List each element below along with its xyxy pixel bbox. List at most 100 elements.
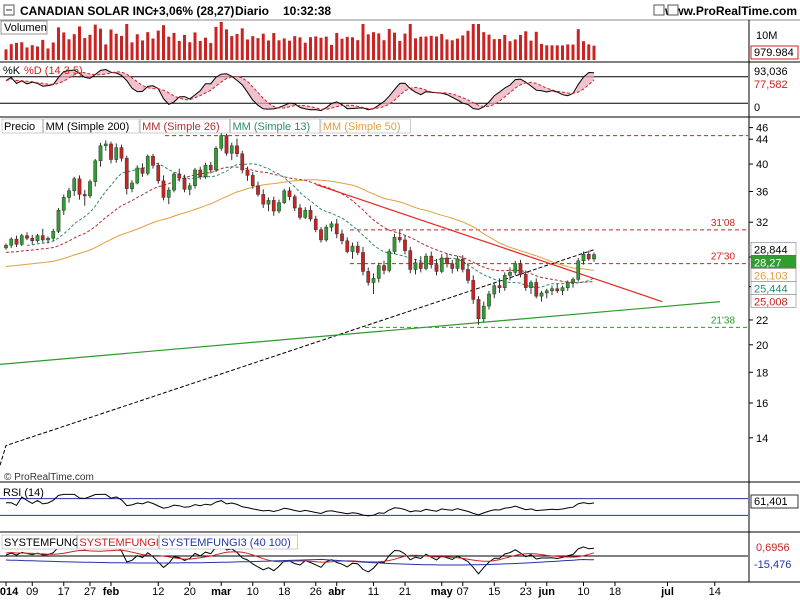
volume-bar [361, 24, 365, 60]
volume-bar [251, 36, 255, 60]
candle-body [193, 169, 197, 187]
sys-value-1: 0,6956 [756, 542, 790, 554]
candle-body [4, 244, 8, 249]
volume-bar [440, 34, 444, 60]
volume-bar [9, 44, 13, 60]
instrument-title: CANADIAN SOLAR INC. [20, 4, 157, 18]
candle-body [355, 245, 360, 253]
volume-bar [277, 40, 281, 60]
volume-bar [340, 38, 344, 60]
y-tick-label: 36 [756, 187, 768, 199]
x-tick-label: 14 [709, 586, 721, 598]
candle-body [308, 210, 313, 220]
volume-bar [235, 33, 239, 60]
candle-body [198, 169, 203, 177]
volume-bar [51, 42, 55, 60]
close-icon[interactable] [667, 4, 679, 16]
volume-bar [198, 41, 202, 60]
volume-bar [172, 32, 176, 60]
volume-bar [4, 49, 8, 60]
volume-bar [450, 40, 454, 60]
chart-canvas: 31'0827'3021'38 2014091727feb1220mar1018… [0, 0, 800, 600]
volume-bar [204, 37, 207, 60]
volume-bar [125, 24, 129, 60]
x-tick-label: 27 [84, 586, 96, 598]
candle-body [529, 282, 533, 288]
level-label: 21'38 [711, 315, 736, 326]
volume-bar [576, 29, 580, 60]
volume-bar [193, 32, 197, 60]
candle-body [30, 237, 35, 242]
volume-bar [225, 29, 228, 60]
candle-body [98, 145, 103, 162]
volume-scale-label: 10M [756, 30, 777, 42]
candle-body [466, 269, 470, 281]
level-label: 27'30 [711, 252, 736, 263]
volume-bar [534, 31, 538, 60]
candle-body [177, 173, 182, 179]
volume-bar [414, 38, 417, 60]
candle-body [371, 278, 376, 283]
volume-bar [456, 38, 459, 60]
volume-bar [519, 35, 522, 60]
candle-body [334, 223, 339, 235]
volume-bar [209, 43, 213, 60]
volume-bar [571, 44, 575, 60]
x-tick-label: jul [660, 586, 674, 598]
volume-bar [83, 38, 87, 60]
volume-bar [555, 45, 559, 60]
candle-body [208, 165, 213, 171]
volume-bar [303, 42, 307, 60]
sys-legend-item: SYSTEMFUNGI3 (40 100) [161, 537, 291, 549]
volume-bar [471, 24, 475, 60]
volume-bar [461, 35, 465, 60]
volume-bar [477, 24, 480, 60]
volume-bar [109, 29, 113, 60]
volume-bar [188, 42, 192, 60]
volume-bar [120, 35, 123, 60]
candle-body [72, 178, 77, 192]
volume-bar [387, 29, 391, 60]
candle-body [429, 255, 434, 265]
site-label: www.ProRealTime.com [664, 4, 797, 18]
candle-body [481, 305, 486, 320]
candle-body [492, 285, 497, 295]
candle-body [434, 264, 439, 272]
volume-bar [288, 40, 291, 60]
candle-body [455, 258, 460, 269]
volume-bar [30, 45, 34, 60]
volume-bar [282, 38, 286, 60]
volume-bar [293, 36, 297, 60]
x-tick-label: 09 [26, 586, 38, 598]
candle-body [214, 147, 218, 171]
stoch-zero-label: 0 [754, 102, 760, 114]
volume-bar [46, 48, 50, 60]
volume-bar [309, 37, 312, 60]
volume-bar [582, 41, 585, 60]
candle-body [303, 210, 308, 218]
sys-legend-item: SYSTEMFUNGI [4, 537, 83, 549]
minimize-icon[interactable] [653, 4, 665, 16]
volume-bar [78, 26, 81, 60]
volume-bar [482, 32, 486, 60]
candle-body [35, 235, 40, 242]
volume-bar [345, 36, 349, 60]
volume-bar [587, 44, 591, 60]
price-value-label: 25,444 [754, 283, 788, 295]
candle-body [329, 223, 334, 228]
volume-bar [67, 39, 71, 60]
rsi-value: 61,401 [754, 496, 788, 508]
candle-body [14, 238, 19, 245]
volume-bar [324, 36, 328, 60]
candle-body [397, 237, 402, 241]
volume-bar [550, 45, 554, 60]
candle-body [261, 194, 266, 205]
volume-bar [93, 24, 97, 60]
x-tick-label: jun [538, 586, 556, 598]
volume-bar [298, 37, 302, 60]
candle-body [298, 207, 302, 218]
volume-bar [372, 32, 375, 60]
price-legend-item: MM (Simple 200) [46, 121, 130, 133]
candle-body [313, 218, 318, 230]
candle-body [256, 185, 260, 195]
